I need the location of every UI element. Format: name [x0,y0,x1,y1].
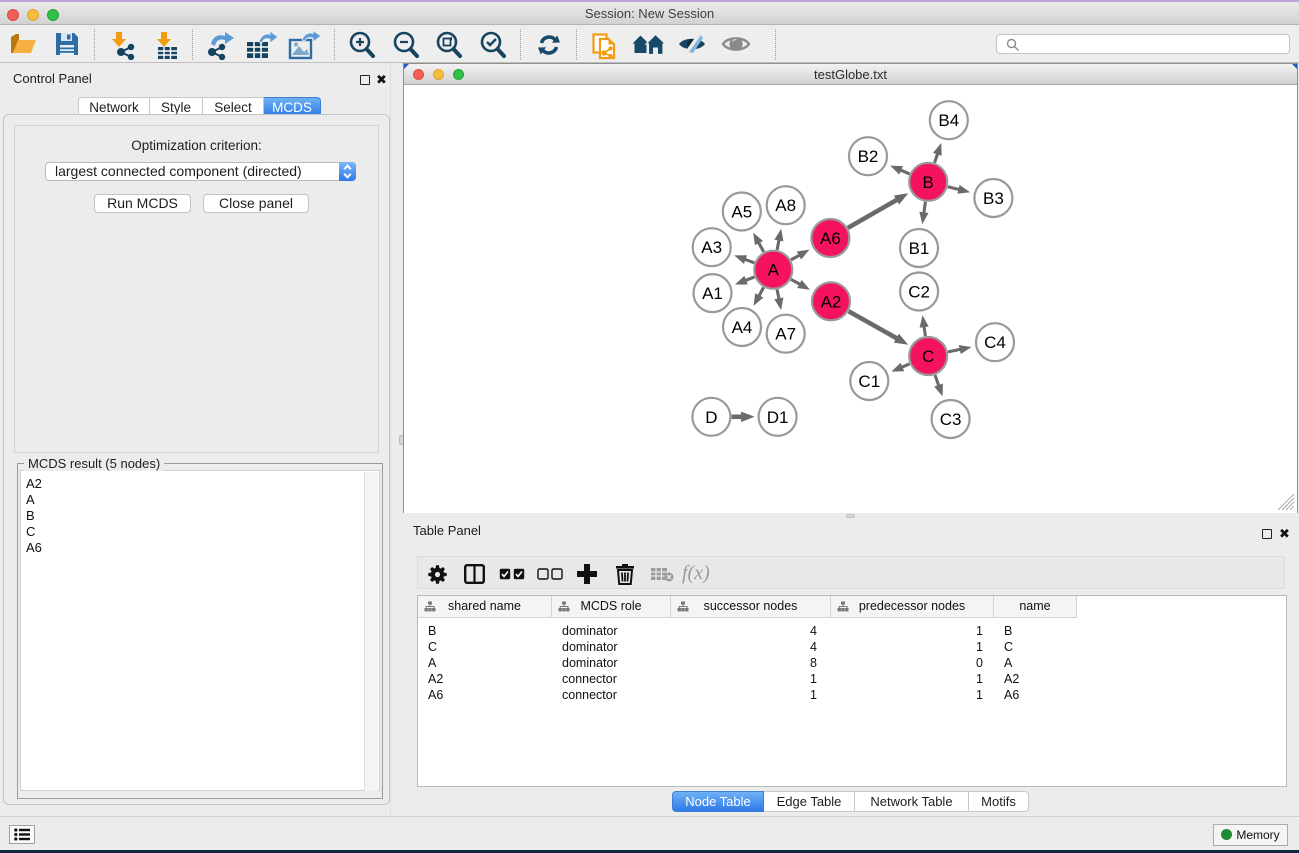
svg-text:C2: C2 [908,283,930,302]
svg-text:A2: A2 [821,292,842,311]
svg-text:C: C [922,347,934,366]
svg-text:A3: A3 [701,238,722,257]
svg-text:A8: A8 [775,196,796,215]
svg-text:C3: C3 [940,410,962,429]
svg-text:B4: B4 [938,111,959,130]
svg-text:D: D [705,408,717,427]
svg-text:A1: A1 [702,284,723,303]
svg-text:A5: A5 [731,203,752,222]
svg-text:A7: A7 [775,325,796,344]
svg-text:B: B [923,173,934,192]
svg-text:A4: A4 [732,318,753,337]
svg-text:B2: B2 [858,147,879,166]
svg-text:B1: B1 [909,239,930,258]
svg-text:A6: A6 [820,229,841,248]
svg-text:B3: B3 [983,189,1004,208]
svg-text:A: A [768,261,780,280]
svg-text:C4: C4 [984,333,1006,352]
svg-text:C1: C1 [858,372,880,391]
svg-text:D1: D1 [767,408,789,427]
